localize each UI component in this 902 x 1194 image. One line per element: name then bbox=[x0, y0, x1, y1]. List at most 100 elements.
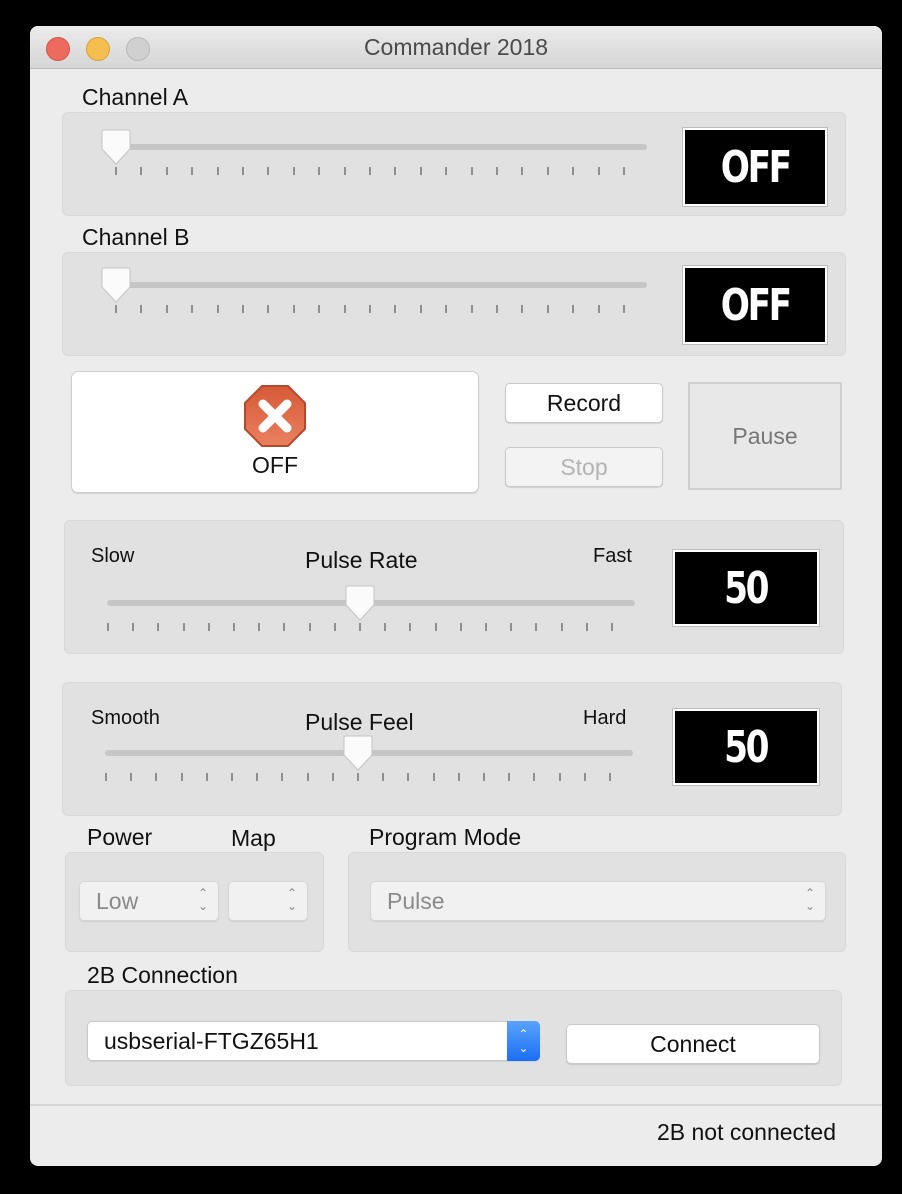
slider-tick bbox=[382, 773, 385, 781]
slider-tick bbox=[496, 167, 498, 175]
slider-tick bbox=[409, 623, 412, 631]
pulse-feel-max-label: Hard bbox=[583, 707, 627, 729]
slider-tick bbox=[256, 773, 259, 781]
slider-tick bbox=[115, 305, 117, 313]
slider-tick bbox=[457, 773, 460, 781]
pulse-feel-slider[interactable] bbox=[93, 735, 633, 795]
slider-tick bbox=[140, 305, 143, 313]
slider-tick bbox=[357, 773, 359, 781]
output-toggle-button[interactable]: OFF bbox=[71, 371, 479, 493]
pulse-rate-display: 50 bbox=[672, 549, 820, 627]
slider-ticks bbox=[103, 305, 647, 313]
slider-tick bbox=[267, 167, 270, 175]
slider-tick bbox=[165, 167, 168, 175]
slider-tick bbox=[623, 305, 625, 313]
slider-tick bbox=[521, 167, 524, 175]
channel-a-slider[interactable] bbox=[101, 129, 647, 199]
slider-tick bbox=[105, 773, 107, 781]
channel-a-label: Channel A bbox=[82, 84, 189, 110]
pulse-rate-slider[interactable] bbox=[95, 585, 635, 645]
slider-tick bbox=[419, 305, 422, 313]
connection-status: 2B not connected bbox=[656, 1119, 836, 1145]
map-select[interactable]: ⌃ ⌄ bbox=[228, 881, 308, 921]
slider-thumb[interactable] bbox=[101, 267, 131, 303]
slider-tick bbox=[132, 623, 135, 631]
slider-tick bbox=[445, 167, 448, 175]
connect-button[interactable]: Connect bbox=[566, 1024, 820, 1064]
slider-tick bbox=[216, 305, 219, 313]
up-down-chevron-icon: ⌃ ⌄ bbox=[804, 886, 816, 913]
pause-button[interactable]: Pause bbox=[688, 382, 842, 490]
stop-button[interactable]: Stop bbox=[505, 447, 663, 487]
slider-tick bbox=[115, 167, 117, 175]
slider-tick bbox=[419, 167, 422, 175]
slider-track[interactable] bbox=[115, 282, 647, 288]
slider-tick bbox=[597, 305, 600, 313]
slider-tick bbox=[434, 623, 437, 631]
slider-tick bbox=[508, 773, 511, 781]
slider-tick bbox=[459, 623, 462, 631]
slider-tick bbox=[140, 167, 143, 175]
pulse-feel-min-label: Smooth bbox=[91, 707, 160, 729]
slider-tick bbox=[343, 305, 346, 313]
slider-tick bbox=[343, 167, 346, 175]
channel-a-display: OFF bbox=[682, 127, 828, 207]
slider-tick bbox=[191, 305, 194, 313]
up-down-chevron-icon: ⌃ ⌄ bbox=[197, 886, 209, 913]
slider-tick bbox=[283, 623, 286, 631]
slider-tick bbox=[205, 773, 208, 781]
slider-tick bbox=[609, 773, 611, 781]
slider-thumb[interactable] bbox=[345, 585, 375, 621]
program-mode-select[interactable]: Pulse ⌃ ⌄ bbox=[370, 881, 826, 921]
slider-tick bbox=[231, 773, 233, 781]
channel-a-group: OFF bbox=[62, 112, 846, 216]
pulse-rate-max-label: Fast bbox=[593, 545, 632, 567]
slider-thumb[interactable] bbox=[343, 735, 373, 771]
slider-tick bbox=[333, 623, 336, 631]
output-toggle-label: OFF bbox=[252, 452, 298, 478]
slider-tick bbox=[407, 773, 410, 781]
pulse-rate-group: Slow Pulse Rate Fast 50 bbox=[64, 520, 844, 654]
slider-tick bbox=[369, 167, 371, 175]
channel-b-slider[interactable] bbox=[101, 267, 647, 337]
up-down-chevron-icon: ⌃ ⌄ bbox=[286, 886, 298, 913]
stop-x-icon bbox=[244, 385, 306, 447]
power-select-value: Low bbox=[96, 888, 139, 914]
slider-tick bbox=[281, 773, 284, 781]
power-label: Power bbox=[87, 824, 153, 850]
slider-tick bbox=[623, 167, 625, 175]
up-down-chevron-icon: ⌃ ⌄ bbox=[507, 1021, 540, 1061]
pulse-feel-display: 50 bbox=[672, 708, 820, 786]
slider-tick bbox=[318, 305, 321, 313]
slider-tick bbox=[533, 773, 536, 781]
slider-tick bbox=[155, 773, 158, 781]
slider-tick bbox=[572, 305, 575, 313]
power-select[interactable]: Low ⌃ ⌄ bbox=[79, 881, 219, 921]
slider-thumb[interactable] bbox=[101, 129, 131, 165]
slider-tick bbox=[546, 167, 549, 175]
slider-tick bbox=[331, 773, 334, 781]
title-bar[interactable]: Commander 2018 bbox=[30, 26, 882, 69]
slider-tick bbox=[216, 167, 219, 175]
app-window: Commander 2018 Channel A OFF Channel B O… bbox=[30, 26, 882, 1166]
channel-b-display: OFF bbox=[682, 265, 828, 345]
channel-b-group: OFF bbox=[62, 252, 846, 356]
map-label: Map bbox=[231, 825, 276, 851]
connection-group: usbserial-FTGZ65H1 ⌃ ⌄ Connect bbox=[65, 990, 842, 1086]
slider-ticks bbox=[103, 167, 647, 175]
pulse-feel-group: Smooth Pulse Feel Hard 50 bbox=[62, 682, 842, 816]
slider-tick bbox=[510, 623, 513, 631]
slider-tick bbox=[292, 167, 295, 175]
power-map-group: Low ⌃ ⌄ ⌃ ⌄ bbox=[65, 852, 324, 952]
slider-tick bbox=[242, 167, 244, 175]
slider-tick bbox=[182, 623, 185, 631]
serial-port-select[interactable]: usbserial-FTGZ65H1 ⌃ ⌄ bbox=[87, 1021, 540, 1061]
program-mode-group: Pulse ⌃ ⌄ bbox=[348, 852, 846, 952]
slider-tick bbox=[394, 305, 397, 313]
slider-tick bbox=[258, 623, 261, 631]
slider-tick bbox=[470, 167, 473, 175]
slider-tick bbox=[384, 623, 387, 631]
record-button[interactable]: Record bbox=[505, 383, 663, 423]
slider-tick bbox=[180, 773, 183, 781]
slider-track[interactable] bbox=[115, 144, 647, 150]
